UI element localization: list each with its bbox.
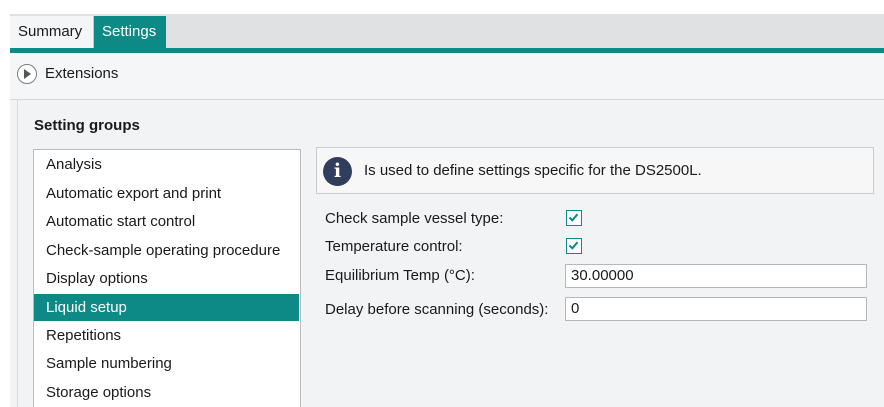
info-icon: i (323, 157, 352, 186)
list-item-analysis[interactable]: Analysis (34, 151, 299, 178)
expand-arrow-icon[interactable] (17, 64, 37, 84)
list-item-check-sample[interactable]: Check-sample operating procedure (34, 237, 299, 264)
setting-groups-title: Setting groups (34, 117, 140, 134)
extensions-expander[interactable] (10, 53, 884, 100)
list-item-automatic-start[interactable]: Automatic start control (34, 208, 299, 235)
check-vessel-checkbox[interactable] (566, 210, 582, 226)
list-item-liquid-setup[interactable]: Liquid setup (34, 294, 299, 321)
checkmark-icon (568, 213, 579, 222)
temp-control-label: Temperature control: (325, 238, 463, 255)
delay-scanning-label: Delay before scanning (seconds): (325, 301, 549, 318)
list-item-sample-numbering[interactable]: Sample numbering (34, 350, 299, 377)
list-item-repetitions[interactable]: Repetitions (34, 322, 299, 349)
info-text: Is used to define settings specific for … (364, 162, 702, 179)
tab-settings[interactable]: Settings (94, 16, 166, 48)
extensions-label[interactable]: Extensions (45, 65, 118, 82)
checkmark-icon (568, 241, 579, 250)
tab-summary[interactable]: Summary (10, 16, 94, 48)
list-item-automatic-export[interactable]: Automatic export and print (34, 180, 299, 207)
check-vessel-label: Check sample vessel type: (325, 210, 504, 227)
list-item-display-options[interactable]: Display options (34, 265, 299, 292)
delay-scanning-input[interactable]: 0 (565, 297, 867, 321)
equilibrium-temp-label: Equilibrium Temp (°C): (325, 267, 475, 284)
list-item-storage-options[interactable]: Storage options (34, 379, 299, 406)
temp-control-checkbox[interactable] (566, 238, 582, 254)
equilibrium-temp-input[interactable]: 30.00000 (565, 264, 867, 288)
